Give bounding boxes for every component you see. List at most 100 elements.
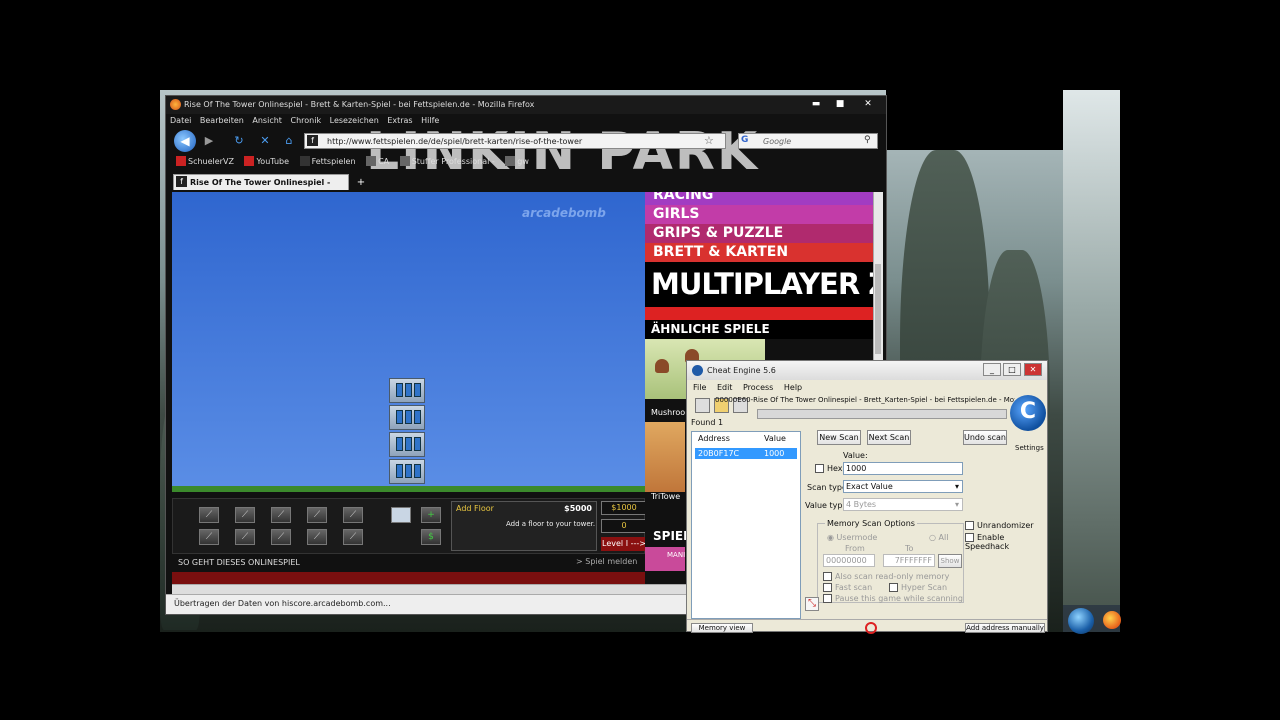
readonly-checkbox-box[interactable]: [823, 572, 832, 581]
address-row[interactable]: 20B0F17C 1000: [695, 448, 797, 459]
pointer-scan-icon[interactable]: ⤡: [805, 597, 819, 611]
pause-checkbox-box[interactable]: [823, 594, 832, 603]
ce-maximize-button[interactable]: □: [1003, 363, 1021, 376]
home-icon[interactable]: ⌂: [282, 134, 296, 148]
tool-button[interactable]: ⟋: [343, 507, 363, 523]
game-title[interactable]: Mushroo: [651, 408, 685, 417]
tool-button[interactable]: ⟋: [271, 529, 291, 545]
game-title[interactable]: MANI: [667, 551, 685, 559]
menu-ansicht[interactable]: Ansicht: [252, 116, 282, 125]
menu-datei[interactable]: Datei: [170, 116, 191, 125]
hyper-scan-checkbox-box[interactable]: [889, 583, 898, 592]
bookmark-youtube[interactable]: YouTube: [244, 156, 289, 166]
scan-type-select[interactable]: Exact Value: [843, 480, 963, 493]
readonly-checkbox[interactable]: Also scan read-only memory: [823, 572, 949, 581]
unrandomizer-checkbox-box[interactable]: [965, 521, 974, 530]
cheat-engine-logo[interactable]: C: [1010, 395, 1046, 431]
close-button[interactable]: ✕: [858, 97, 878, 111]
search-input[interactable]: Google: [738, 133, 878, 149]
menu-hilfe[interactable]: Hilfe: [421, 116, 439, 125]
tool-button[interactable]: ⟋: [343, 529, 363, 545]
stop-icon[interactable]: [865, 622, 877, 634]
tower-floor: [389, 432, 425, 457]
unrandomizer-checkbox[interactable]: Unrandomizer: [965, 521, 1034, 530]
tool-button[interactable]: ⟋: [199, 529, 219, 545]
ce-menu-process[interactable]: Process: [743, 383, 773, 392]
maximize-button[interactable]: ■: [830, 97, 850, 111]
to-address-input[interactable]: 7FFFFFFF: [883, 554, 935, 567]
next-scan-button[interactable]: Next Scan: [867, 430, 911, 445]
memory-view-button[interactable]: Memory view: [691, 623, 753, 633]
add-address-button[interactable]: Add address manually: [965, 623, 1045, 633]
tool-button[interactable]: ⟋: [235, 529, 255, 545]
ce-menu-edit[interactable]: Edit: [717, 383, 733, 392]
hyper-scan-checkbox[interactable]: Hyper Scan: [889, 583, 947, 592]
column-value[interactable]: Value: [764, 434, 786, 443]
game-title[interactable]: TriTowe: [651, 492, 680, 501]
ce-close-button[interactable]: ✕: [1024, 363, 1042, 376]
reload-icon[interactable]: ↻: [232, 134, 246, 148]
category-grips-puzzle[interactable]: GRIPS & PUZZLE: [645, 224, 873, 243]
hex-checkbox-box[interactable]: [815, 464, 824, 473]
menu-extras[interactable]: Extras: [387, 116, 412, 125]
usermode-radio[interactable]: ◉ Usermode: [827, 533, 877, 542]
bookmark-schuelervz[interactable]: SchuelerVZ: [176, 156, 234, 166]
stop-icon[interactable]: ✕: [258, 134, 272, 148]
bookmark-ca[interactable]: CA: [366, 156, 389, 166]
plus-icon[interactable]: +: [421, 507, 441, 523]
bookmark-stuffer[interactable]: Stuffer Professional -: [399, 156, 495, 166]
tab-active[interactable]: Rise Of The Tower Onlinespiel - Brett...: [173, 174, 349, 202]
value-input[interactable]: 1000: [843, 462, 963, 475]
menu-bearbeiten[interactable]: Bearbeiten: [200, 116, 244, 125]
tool-button[interactable]: ⟋: [271, 507, 291, 523]
back-button[interactable]: ◀: [174, 130, 196, 152]
scrollbar-thumb[interactable]: [875, 264, 881, 354]
dollar-icon[interactable]: $: [421, 529, 441, 545]
game-thumbnail-tritowers[interactable]: [645, 422, 685, 492]
from-address-input[interactable]: 00000000: [823, 554, 875, 567]
new-scan-button[interactable]: New Scan: [817, 430, 861, 445]
category-racing[interactable]: RACING: [645, 192, 873, 205]
forward-icon[interactable]: ▶: [202, 134, 216, 148]
undo-scan-button[interactable]: Undo scan: [963, 430, 1007, 445]
search-icon[interactable]: ⚲: [864, 135, 871, 145]
all-radio[interactable]: ○ All: [929, 533, 948, 542]
new-tab-button[interactable]: +: [354, 176, 368, 189]
ce-minimize-button[interactable]: _: [983, 363, 1001, 376]
ce-menu-help[interactable]: Help: [784, 383, 802, 392]
bookmark-fettspielen[interactable]: Fettspielen: [299, 156, 356, 166]
game-canvas[interactable]: arcadebomb: [172, 192, 645, 492]
tool-button[interactable]: ⟋: [307, 529, 327, 545]
hex-checkbox[interactable]: Hex: [815, 464, 843, 473]
fast-scan-checkbox[interactable]: Fast scan: [823, 583, 872, 592]
bookmark-star-icon[interactable]: ☆: [704, 134, 714, 147]
column-address[interactable]: Address: [698, 434, 730, 443]
address-list[interactable]: Address Value 20B0F17C 1000: [691, 431, 801, 619]
google-icon[interactable]: G: [741, 135, 748, 145]
speedhack-checkbox[interactable]: Enable Speedhack: [965, 533, 1047, 551]
level-button[interactable]: Level I --->: [601, 537, 647, 551]
multiplayer-zone-banner[interactable]: MULTIPLAYER ZONE: [645, 262, 873, 307]
value-type-select[interactable]: 4 Bytes: [843, 498, 963, 511]
url-bar[interactable]: http://www.fettspielen.de/de/spiel/brett…: [304, 133, 726, 149]
fast-scan-checkbox-box[interactable]: [823, 583, 832, 592]
select-process-icon[interactable]: [695, 398, 710, 413]
ce-menu-file[interactable]: File: [693, 383, 706, 392]
category-brett-karten[interactable]: BRETT & KARTEN: [645, 243, 873, 262]
tool-button[interactable]: ⟋: [307, 507, 327, 523]
settings-label[interactable]: Settings: [1015, 444, 1044, 452]
bookmark-gw[interactable]: gw: [505, 156, 529, 166]
menu-chronik[interactable]: Chronik: [290, 116, 321, 125]
speedhack-checkbox-box[interactable]: [965, 533, 974, 542]
category-girls[interactable]: GIRLS: [645, 205, 873, 224]
show-button[interactable]: Show: [938, 554, 962, 568]
report-game-link[interactable]: > Spiel melden: [576, 557, 637, 566]
tool-button[interactable]: ⟋: [235, 507, 255, 523]
tool-button[interactable]: ⟋: [199, 507, 219, 523]
add-floor-tool-icon[interactable]: [391, 507, 411, 523]
minimize-button[interactable]: ▬: [806, 97, 826, 111]
menu-lesezeichen[interactable]: Lesezeichen: [330, 116, 379, 125]
pause-checkbox[interactable]: Pause this game while scanning: [823, 594, 963, 603]
start-button[interactable]: [1068, 608, 1094, 634]
taskbar-firefox-icon[interactable]: [1103, 611, 1121, 629]
